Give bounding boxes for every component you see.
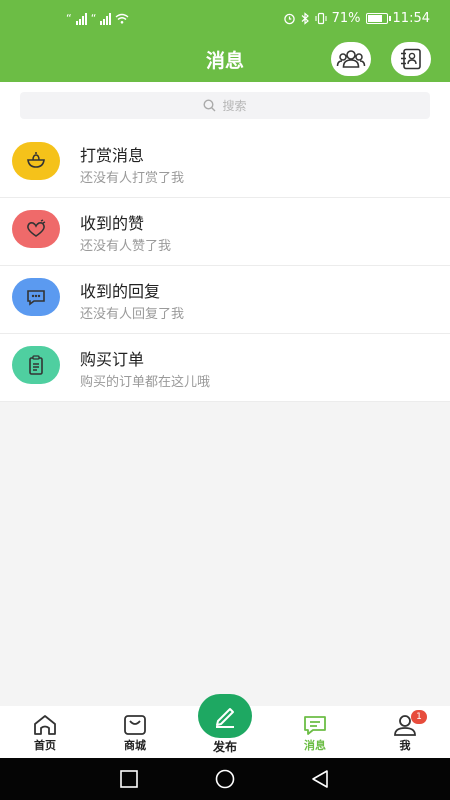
signal-group: “ “ <box>66 12 129 25</box>
comment-icon <box>27 290 45 306</box>
contacts-button[interactable] <box>391 42 431 76</box>
like-avatar <box>12 210 60 248</box>
alarm-icon <box>283 13 295 25</box>
list-item-orders[interactable]: 购买订单 购买的订单都在这儿哦 <box>0 334 450 402</box>
notification-badge: 1 <box>411 710 427 724</box>
item-subtitle: 还没有人回复了我 <box>80 307 185 322</box>
header: 消息 <box>0 40 450 82</box>
item-subtitle: 还没有人赞了我 <box>80 239 172 254</box>
recent-apps-icon[interactable] <box>119 769 139 789</box>
signal-icon-2 <box>100 12 112 25</box>
search-input[interactable]: 搜索 <box>20 92 430 119</box>
tab-shop[interactable]: 商城 <box>105 714 165 753</box>
search-bar: 搜索 <box>0 82 450 130</box>
clock: 11:54 <box>392 11 430 26</box>
tab-home[interactable]: 首页 <box>15 714 75 753</box>
battery-percent: 71% <box>331 11 361 26</box>
item-title: 收到的赞 <box>80 214 145 233</box>
tip-avatar <box>12 142 60 180</box>
status-bar: “ “ 71% 11:54 <box>0 0 450 40</box>
page-title: 消息 <box>205 50 244 72</box>
message-list: 打赏消息 还没有人打赏了我 收到的赞 还没有人赞了我 收到的回复 还没有人回复了… <box>0 130 450 402</box>
tip-icon <box>27 152 45 168</box>
publish-label: 发布 <box>212 740 237 754</box>
tab-home-label: 首页 <box>34 739 56 752</box>
battery-icon <box>365 13 391 24</box>
order-avatar <box>12 346 60 384</box>
status-right: 71% 11:54 <box>283 11 430 26</box>
signal-icon <box>75 12 87 25</box>
item-subtitle: 购买的订单都在这儿哦 <box>80 375 211 390</box>
contacts-icon <box>401 48 421 70</box>
item-title: 购买订单 <box>80 350 145 369</box>
tab-messages-label: 消息 <box>304 739 326 752</box>
tab-me-label: 我 <box>399 739 411 752</box>
message-icon <box>304 716 326 735</box>
bluetooth-icon <box>301 12 309 25</box>
tab-shop-label: 商城 <box>124 739 146 752</box>
reply-avatar <box>12 278 60 316</box>
group-button[interactable] <box>331 42 371 76</box>
clipboard-icon <box>29 355 43 375</box>
carrier-mark-2: “ <box>90 12 97 25</box>
search-icon <box>203 99 216 112</box>
tab-messages[interactable]: 消息 <box>285 714 345 753</box>
list-item-replies[interactable]: 收到的回复 还没有人回复了我 <box>0 266 450 334</box>
list-item-tips[interactable]: 打赏消息 还没有人打赏了我 <box>0 130 450 198</box>
vibrate-icon <box>315 12 327 25</box>
pencil-icon <box>216 708 234 728</box>
item-subtitle: 还没有人打赏了我 <box>80 171 185 186</box>
home-icon <box>34 715 56 735</box>
shop-icon <box>124 715 146 735</box>
heart-icon <box>27 219 46 237</box>
group-icon <box>336 50 366 68</box>
back-icon[interactable] <box>310 769 330 789</box>
home-circle-icon[interactable] <box>214 769 236 789</box>
carrier-mark-1: “ <box>66 12 72 25</box>
item-title: 打赏消息 <box>80 146 145 165</box>
wifi-icon <box>115 13 129 24</box>
list-item-likes[interactable]: 收到的赞 还没有人赞了我 <box>0 198 450 266</box>
search-placeholder: 搜索 <box>222 99 247 113</box>
publish-button[interactable] <box>198 694 252 738</box>
system-nav-bar <box>0 758 450 800</box>
item-title: 收到的回复 <box>80 282 161 301</box>
